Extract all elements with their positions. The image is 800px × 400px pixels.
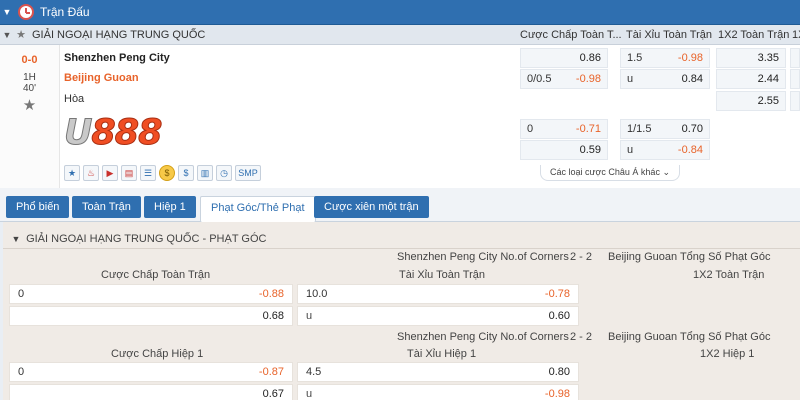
more-asian-odds-toggle[interactable]: Các loại cược Châu Á khác ⌄ bbox=[540, 165, 680, 181]
corner-under-1h[interactable]: u -0.98 bbox=[297, 384, 579, 400]
odds-handicap-away[interactable]: 0/0.5 -0.98 bbox=[520, 69, 608, 89]
tab-full-time[interactable]: Toàn Trận bbox=[72, 196, 141, 218]
away-corners-label: Beijing Guoan Tổng Số Phạt Góc bbox=[608, 251, 771, 263]
odds-cell-overflow bbox=[790, 91, 800, 111]
star-icon[interactable]: ★ bbox=[64, 165, 80, 181]
corners-league-name: GIẢI NGOẠI HẠNG TRUNG QUỐC - PHẠT GÓC bbox=[26, 233, 267, 245]
home-corners-label: Shenzhen Peng City No.of Corners bbox=[397, 331, 569, 343]
history-icon[interactable]: ◷ bbox=[216, 165, 232, 181]
favorite-league-icon[interactable]: ★ bbox=[14, 28, 28, 41]
coin-icon[interactable]: $ bbox=[159, 165, 175, 181]
collapse-icon[interactable]: ▼ bbox=[9, 230, 23, 248]
corner-over-1h[interactable]: 4.5 0.80 bbox=[297, 362, 579, 382]
tab-corners-cards[interactable]: Phạt Góc/Thẻ Phạt bbox=[200, 196, 316, 222]
corner-handicap-away[interactable]: 0.68 bbox=[9, 306, 293, 326]
odds-1x2-home[interactable]: 3.35 bbox=[716, 48, 786, 68]
smp-button[interactable]: SMP bbox=[235, 165, 261, 181]
tab-same-game-parlay[interactable]: Cược xiên một trận bbox=[314, 196, 429, 218]
col-header-corner-handicap-1h: Cược Chấp Hiệp 1 bbox=[111, 348, 204, 360]
odds-cell-overflow bbox=[790, 48, 800, 68]
chevron-down-icon[interactable]: ▼ bbox=[0, 7, 14, 17]
col-header-1x2-extra: 1X bbox=[792, 29, 800, 41]
col-header-1x2: 1X2 Toàn Trận bbox=[718, 29, 790, 41]
odds-cell-overflow bbox=[790, 69, 800, 89]
corner-handicap-away-1h[interactable]: 0.67 bbox=[9, 384, 293, 400]
list-icon[interactable]: ☰ bbox=[140, 165, 156, 181]
bet-type-tabs: Phổ biến Toàn Trận Hiệp 1 Phạt Góc/Thẻ P… bbox=[0, 188, 800, 222]
collapse-icon[interactable]: ▼ bbox=[0, 30, 14, 40]
favorite-match-icon[interactable]: ★ bbox=[0, 96, 59, 114]
away-team: Beijing Guoan bbox=[64, 72, 139, 84]
col-header-corner-over-under-1h: Tài Xỉu Hiệp 1 bbox=[407, 348, 477, 360]
more-odds-label: Các loại cược Châu Á khác bbox=[549, 167, 660, 177]
dollar-icon[interactable]: $ bbox=[178, 165, 194, 181]
match-period: 1H 40' bbox=[0, 72, 59, 94]
corners-panel: ▼ GIẢI NGOẠI HẠNG TRUNG QUỐC - PHẠT GÓC … bbox=[3, 222, 800, 400]
page-title: Trận Đấu bbox=[40, 5, 90, 19]
tab-first-half[interactable]: Hiệp 1 bbox=[144, 196, 196, 218]
home-corners-label: Shenzhen Peng City No.of Corners bbox=[397, 251, 569, 263]
corners-league-header[interactable]: ▼ GIẢI NGOẠI HẠNG TRUNG QUỐC - PHẠT GÓC bbox=[3, 230, 800, 248]
play-icon[interactable]: ▶ bbox=[102, 165, 118, 181]
live-score: 0-0 bbox=[21, 54, 38, 66]
col-header-over-under: Tài Xỉu Toàn Trận bbox=[626, 29, 713, 41]
match-header-bar[interactable]: ▼ Trận Đấu bbox=[0, 0, 800, 25]
brand-logo: U888 bbox=[63, 113, 162, 154]
league-name: GIẢI NGOẠI HẠNG TRUNG QUỐC bbox=[32, 28, 206, 41]
corner-under[interactable]: u 0.60 bbox=[297, 306, 579, 326]
odds-alt-handicap-away[interactable]: 0.59 bbox=[520, 140, 608, 160]
odds-over[interactable]: 1.5 -0.98 bbox=[620, 48, 710, 68]
stats-icon[interactable]: ▤ bbox=[121, 165, 137, 181]
draw-label: Hòa bbox=[64, 93, 85, 105]
odds-alt-over[interactable]: 1/1.5 0.70 bbox=[620, 119, 710, 139]
tab-popular[interactable]: Phổ biến bbox=[6, 196, 70, 218]
col-header-corner-handicap: Cược Chấp Toàn Trận bbox=[101, 269, 211, 281]
divider bbox=[3, 248, 800, 249]
league-header: ▼ ★ GIẢI NGOẠI HẠNG TRUNG QUỐC Cược Chấp… bbox=[0, 25, 800, 45]
fire-icon[interactable]: ♨ bbox=[83, 165, 99, 181]
corner-over[interactable]: 10.0 -0.78 bbox=[297, 284, 579, 304]
clock-icon bbox=[18, 4, 34, 20]
away-corners-label: Beijing Guoan Tổng Số Phạt Góc bbox=[608, 331, 771, 343]
odds-handicap-home[interactable]: 0.86 bbox=[520, 48, 608, 68]
corners-score: 2 - 2 bbox=[570, 331, 593, 343]
match-panel: 0-0 1H 40' ★ Shenzhen Peng City Beijing … bbox=[0, 45, 800, 188]
col-header-corner-1x2: 1X2 Toàn Trận bbox=[693, 269, 765, 281]
corner-handicap-home[interactable]: 0 -0.88 bbox=[9, 284, 293, 304]
match-tools: ★ ♨ ▶ ▤ ☰ $ $ ▥ ◷ SMP bbox=[64, 165, 261, 181]
corner-handicap-home-1h[interactable]: 0 -0.87 bbox=[9, 362, 293, 382]
odds-1x2-draw[interactable]: 2.55 bbox=[716, 91, 786, 111]
chart-icon[interactable]: ▥ bbox=[197, 165, 213, 181]
corners-score: 2 - 2 bbox=[570, 251, 593, 263]
col-header-corner-over-under: Tài Xỉu Toàn Trận bbox=[399, 269, 486, 281]
odds-1x2-away[interactable]: 2.44 bbox=[716, 69, 786, 89]
chevron-down-icon: ⌄ bbox=[662, 167, 671, 177]
odds-under[interactable]: u 0.84 bbox=[620, 69, 710, 89]
match-minute: 40' bbox=[22, 83, 37, 94]
col-header-corner-1x2-1h: 1X2 Hiệp 1 bbox=[700, 348, 755, 360]
half-indicator: 1H bbox=[23, 72, 36, 83]
odds-alt-under[interactable]: u -0.84 bbox=[620, 140, 710, 160]
odds-alt-handicap-home[interactable]: 0 -0.71 bbox=[520, 119, 608, 139]
home-team: Shenzhen Peng City bbox=[64, 52, 170, 64]
col-header-handicap: Cược Chấp Toàn T... bbox=[520, 29, 622, 41]
match-status-column: 0-0 1H 40' ★ bbox=[0, 45, 60, 188]
